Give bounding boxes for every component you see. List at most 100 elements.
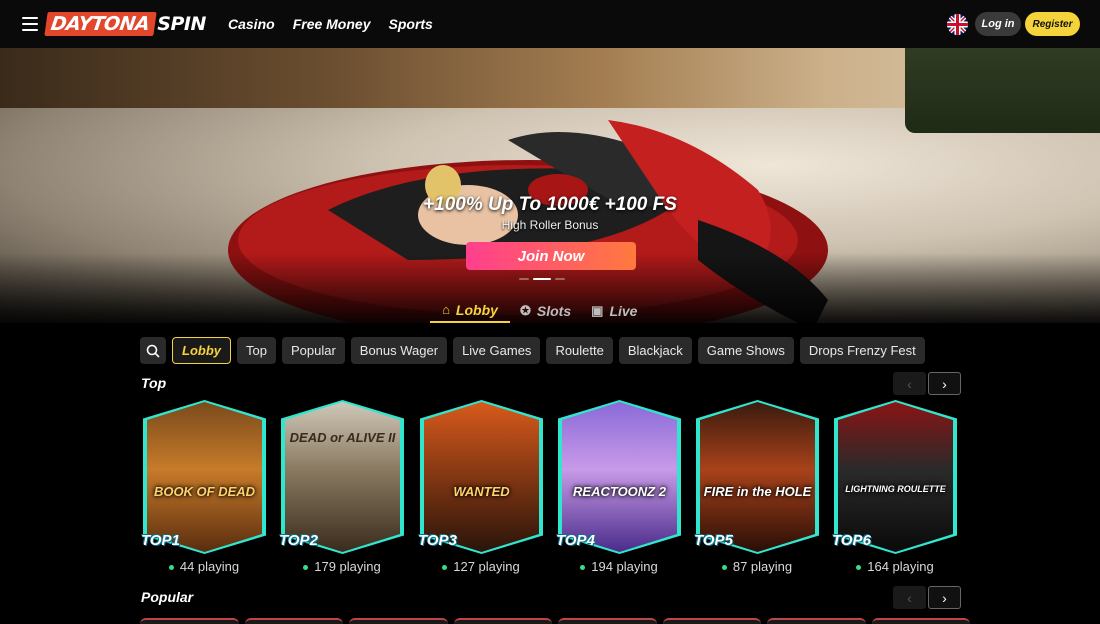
- online-dot-icon: [303, 565, 309, 571]
- chip-live-games[interactable]: Live Games: [453, 337, 541, 364]
- menu-icon[interactable]: [22, 17, 38, 31]
- hero-headline: +100% Up To 1000€ +100 FS: [423, 194, 677, 215]
- playing-text: 164 playing: [867, 559, 934, 574]
- category-tabs: ⌂ Lobby ✪ Slots ▣ Live: [430, 298, 647, 323]
- prev-arrow-button[interactable]: ‹: [893, 372, 926, 395]
- game-title: DEAD or ALIVE II: [289, 430, 396, 445]
- game-rank: TOP4: [556, 532, 595, 549]
- home-icon: ⌂: [442, 302, 450, 317]
- top-games-row: BOOK OF DEAD TOP1 44 playing DEAD or ALI…: [140, 400, 970, 580]
- game-playing-count: 87 playing: [696, 559, 818, 574]
- chip-roulette[interactable]: Roulette: [546, 337, 613, 364]
- tab-slots[interactable]: ✪ Slots: [510, 298, 581, 323]
- game-card[interactable]: REACTOONZ 2 TOP4 194 playing: [556, 400, 681, 578]
- main-nav: Casino Free Money Sports: [228, 16, 433, 32]
- game-title: WANTED: [453, 484, 510, 499]
- game-rank: TOP3: [418, 532, 457, 549]
- popular-carousel-arrows: ‹ ›: [893, 586, 961, 609]
- chip-top[interactable]: Top: [237, 337, 276, 364]
- game-rank: TOP1: [141, 532, 180, 549]
- game-card[interactable]: BOOK OF DEAD TOP1 44 playing: [141, 400, 266, 578]
- game-playing-count: 164 playing: [834, 559, 956, 574]
- tab-live[interactable]: ▣ Live: [581, 298, 647, 323]
- game-thumbnail: [562, 402, 677, 552]
- chip-drops-frenzy-fest[interactable]: Drops Frenzy Fest: [799, 337, 925, 364]
- game-card[interactable]: WANTED TOP3 127 playing: [418, 400, 543, 578]
- playing-text: 87 playing: [732, 559, 793, 574]
- nav-sports[interactable]: Sports: [389, 16, 433, 32]
- logo[interactable]: DAYTONA SPIN: [44, 10, 206, 38]
- game-title: FIRE in the HOLE: [703, 484, 812, 499]
- tab-lobby[interactable]: ⌂ Lobby: [430, 298, 510, 323]
- register-button[interactable]: Register: [1025, 12, 1080, 36]
- playing-text: 194 playing: [591, 559, 658, 574]
- game-playing-count: 127 playing: [420, 559, 542, 574]
- chip-blackjack[interactable]: Blackjack: [618, 337, 692, 364]
- game-card[interactable]: [662, 618, 761, 624]
- game-thumbnail: [147, 402, 262, 552]
- game-card[interactable]: [140, 618, 239, 624]
- chip-popular[interactable]: Popular: [281, 337, 345, 364]
- top-carousel-arrows: ‹ ›: [893, 372, 961, 395]
- section-title-top: Top: [141, 375, 167, 391]
- chip-bonus-wager[interactable]: Bonus Wager: [350, 337, 448, 364]
- game-card[interactable]: [558, 618, 657, 624]
- carousel-dot-active[interactable]: [533, 278, 551, 280]
- tab-slots-label: Slots: [536, 302, 572, 319]
- game-playing-count: 44 playing: [143, 559, 265, 574]
- section-title-popular: Popular: [141, 589, 194, 605]
- slot-chip-icon: ✪: [520, 302, 531, 318]
- game-title: REACTOONZ 2: [573, 484, 666, 499]
- hero-hedge: [905, 48, 1100, 133]
- online-dot-icon: [721, 565, 727, 571]
- online-dot-icon: [856, 565, 862, 571]
- game-card[interactable]: LIGHTNING ROULETTE TOP6 164 playing: [832, 400, 957, 578]
- nav-casino[interactable]: Casino: [228, 16, 275, 32]
- live-cards-icon: ▣: [591, 302, 604, 318]
- chevron-left-icon: ‹: [907, 375, 912, 392]
- chip-lobby[interactable]: Lobby: [172, 337, 231, 364]
- game-thumbnail: [424, 402, 539, 552]
- game-thumbnail: [285, 402, 400, 552]
- tab-live-label: Live: [609, 302, 638, 319]
- online-dot-icon: [168, 565, 174, 571]
- game-playing-count: 179 playing: [281, 559, 403, 574]
- game-thumbnail: [838, 402, 953, 552]
- join-now-button[interactable]: Join Now: [466, 242, 636, 270]
- game-card[interactable]: [244, 618, 343, 624]
- chevron-left-icon: ‹: [907, 589, 912, 606]
- game-card[interactable]: [767, 618, 866, 624]
- search-icon: [146, 344, 160, 358]
- nav-free-money[interactable]: Free Money: [293, 16, 371, 32]
- online-dot-icon: [580, 565, 586, 571]
- game-thumbnail: [700, 402, 815, 552]
- carousel-dot[interactable]: [519, 278, 529, 280]
- uk-flag-icon[interactable]: [947, 14, 968, 35]
- game-rank: TOP5: [694, 532, 733, 549]
- chevron-right-icon: ›: [942, 589, 947, 606]
- game-title: BOOK OF DEAD: [153, 484, 256, 499]
- search-button[interactable]: [140, 337, 166, 364]
- tab-lobby-label: Lobby: [455, 301, 498, 318]
- hero-banner: +100% Up To 1000€ +100 FS High Roller Bo…: [0, 48, 1100, 323]
- game-card[interactable]: [349, 618, 448, 624]
- carousel-dots: [519, 278, 565, 280]
- playing-text: 44 playing: [179, 559, 240, 574]
- top-bar: DAYTONA SPIN Casino Free Money Sports Lo…: [0, 0, 1100, 48]
- chip-game-shows[interactable]: Game Shows: [697, 337, 794, 364]
- game-card[interactable]: FIRE in the HOLE TOP5 87 playing: [694, 400, 819, 578]
- logo-part2: SPIN: [157, 13, 206, 35]
- game-card[interactable]: [871, 618, 970, 624]
- online-dot-icon: [442, 565, 448, 571]
- game-title: LIGHTNING ROULETTE: [845, 484, 946, 494]
- prev-arrow-button[interactable]: ‹: [893, 586, 926, 609]
- next-arrow-button[interactable]: ›: [928, 372, 961, 395]
- game-rank: TOP6: [832, 532, 871, 549]
- chevron-right-icon: ›: [942, 375, 947, 392]
- carousel-dot[interactable]: [555, 278, 565, 280]
- game-card[interactable]: [453, 618, 552, 624]
- game-playing-count: 194 playing: [558, 559, 680, 574]
- next-arrow-button[interactable]: ›: [928, 586, 961, 609]
- login-button[interactable]: Log in: [975, 12, 1021, 36]
- game-card[interactable]: DEAD or ALIVE II TOP2 179 playing: [279, 400, 404, 578]
